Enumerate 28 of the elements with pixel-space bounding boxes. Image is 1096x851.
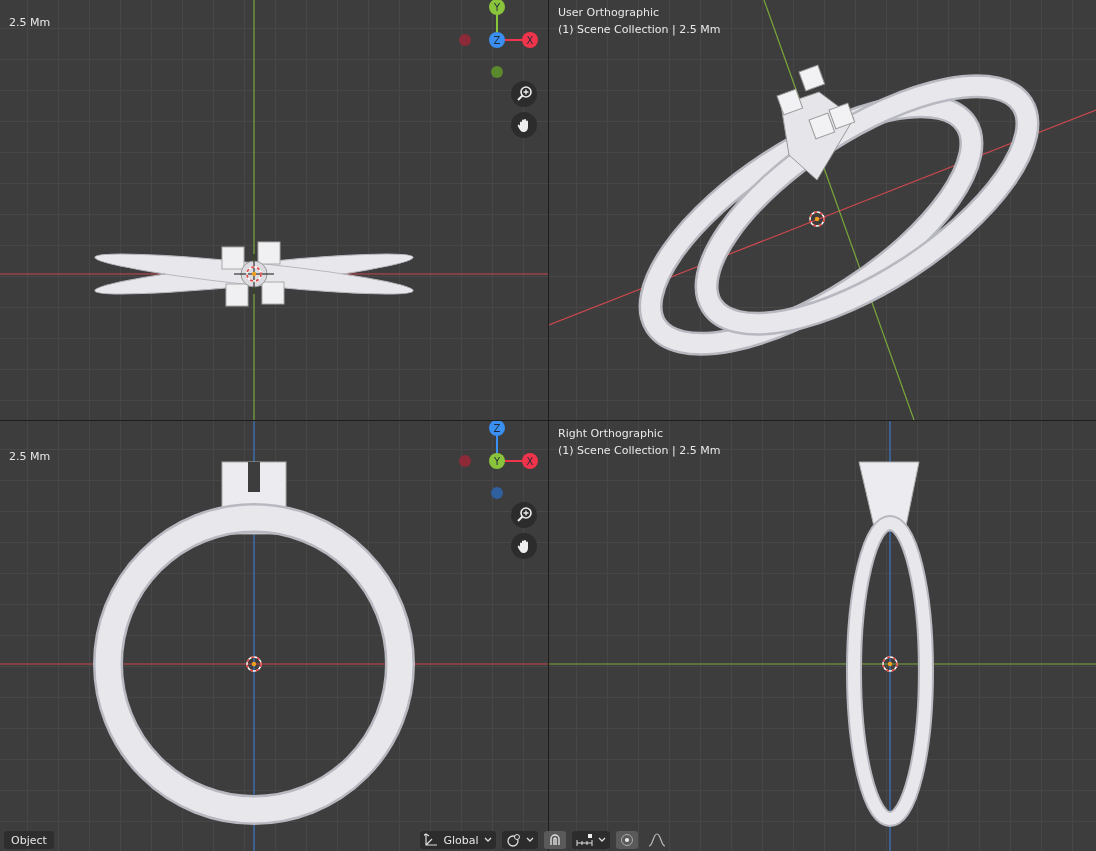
orientation-dropdown[interactable]: Global [420, 831, 496, 849]
origin-marker-icon [882, 656, 898, 672]
view-label: (1) Scene Collection | 2.5 Mm [558, 444, 721, 458]
caret-icon [484, 837, 492, 843]
mode-dropdown[interactable]: Object [4, 831, 54, 849]
origin-marker-icon [246, 656, 262, 672]
view-label: (1) Scene Collection | 2.5 Mm [558, 23, 721, 37]
axes-icon [424, 833, 438, 847]
view-label: 2.5 Mm [9, 450, 51, 464]
caret-icon [526, 837, 534, 843]
target-icon [620, 833, 634, 847]
snap-increment-dropdown[interactable] [572, 831, 610, 849]
origin-marker-icon [809, 211, 825, 227]
pivot-icon [506, 833, 522, 847]
view-label: 2.5 Mm [9, 16, 51, 30]
caret-icon [598, 837, 606, 843]
zoom-icon [515, 506, 533, 524]
cursor-icon [233, 253, 275, 295]
magnet-icon [548, 833, 562, 847]
view-label: User Orthographic [558, 6, 660, 20]
origin-marker-icon [246, 266, 262, 282]
falloff-curve-icon [648, 833, 668, 847]
increment-icon [576, 833, 594, 847]
proportional-editing-toggle[interactable] [616, 831, 638, 849]
view-label: Right Orthographic [558, 427, 663, 441]
snap-toggle[interactable] [544, 831, 566, 849]
zoom-icon [515, 85, 533, 103]
pivot-dropdown[interactable] [502, 831, 538, 849]
